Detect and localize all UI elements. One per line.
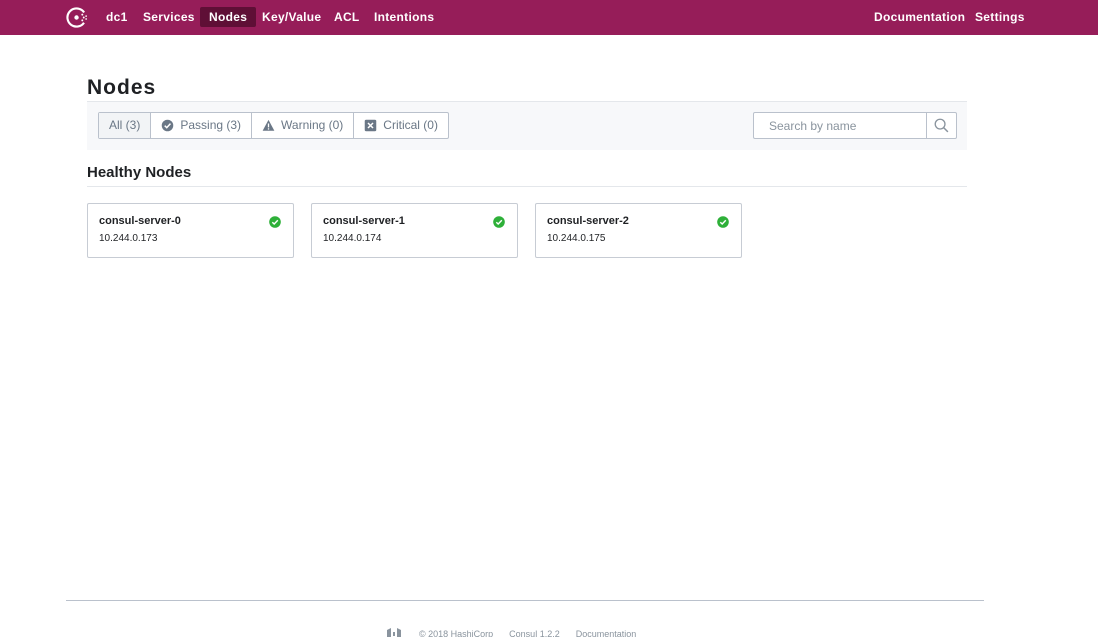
node-card[interactable]: consul-server-2 10.244.0.175: [535, 203, 742, 258]
filter-all[interactable]: All (3): [99, 113, 152, 138]
filter-passing-label: Passing (3): [180, 118, 242, 132]
consul-logo-icon[interactable]: [66, 6, 89, 29]
filter-bar: All (3) Passing (3) Warning (0) Critical…: [87, 102, 967, 150]
warning-icon: [262, 119, 275, 131]
section-divider: [87, 186, 967, 187]
passing-check-icon: [269, 216, 281, 228]
filter-warning[interactable]: Warning (0): [252, 113, 355, 138]
node-name: consul-server-2: [547, 215, 629, 227]
filter-all-label: All (3): [109, 118, 141, 132]
search-input[interactable]: [754, 113, 927, 138]
filter-critical[interactable]: Critical (0): [354, 113, 448, 138]
footer-version: Consul 1.2.2: [509, 629, 560, 637]
footer-docs-link[interactable]: Documentation: [576, 629, 637, 637]
node-name: consul-server-1: [323, 215, 405, 227]
filter-passing[interactable]: Passing (3): [151, 113, 253, 138]
top-nav: dc1 Services Nodes Key/Value ACL Intenti…: [0, 0, 1098, 35]
nav-datacenter[interactable]: dc1: [97, 7, 137, 27]
nav-acl[interactable]: ACL: [325, 7, 369, 27]
search-button[interactable]: [926, 113, 956, 138]
node-address: 10.244.0.174: [323, 233, 382, 244]
filter-critical-label: Critical (0): [383, 118, 438, 132]
nav-nodes[interactable]: Nodes: [200, 7, 257, 27]
passing-icon: [162, 119, 174, 132]
node-address: 10.244.0.175: [547, 233, 606, 244]
footer: © 2018 HashiCorp Consul 1.2.2 Documentat…: [385, 627, 636, 637]
node-card[interactable]: consul-server-0 10.244.0.173: [87, 203, 294, 258]
filter-warning-label: Warning (0): [281, 118, 344, 132]
nav-settings[interactable]: Settings: [966, 7, 1034, 27]
passing-check-icon: [717, 216, 729, 228]
node-name: consul-server-0: [99, 215, 181, 227]
node-card[interactable]: consul-server-1 10.244.0.174: [311, 203, 518, 258]
nav-key-value[interactable]: Key/Value: [253, 7, 330, 27]
page-title: Nodes: [87, 76, 157, 99]
passing-check-icon: [493, 216, 505, 228]
footer-divider: [66, 600, 984, 601]
search-box: [753, 112, 957, 139]
node-address: 10.244.0.173: [99, 233, 158, 244]
nav-services[interactable]: Services: [134, 7, 204, 27]
hashicorp-logo-icon: [387, 628, 401, 637]
nav-documentation[interactable]: Documentation: [865, 7, 974, 27]
search-icon: [934, 118, 949, 133]
nav-intentions[interactable]: Intentions: [365, 7, 443, 27]
status-filter-group: All (3) Passing (3) Warning (0) Critical…: [98, 112, 449, 139]
critical-icon: [365, 119, 377, 132]
section-title: Healthy Nodes: [87, 164, 192, 181]
footer-copyright: © 2018 HashiCorp: [419, 629, 494, 637]
